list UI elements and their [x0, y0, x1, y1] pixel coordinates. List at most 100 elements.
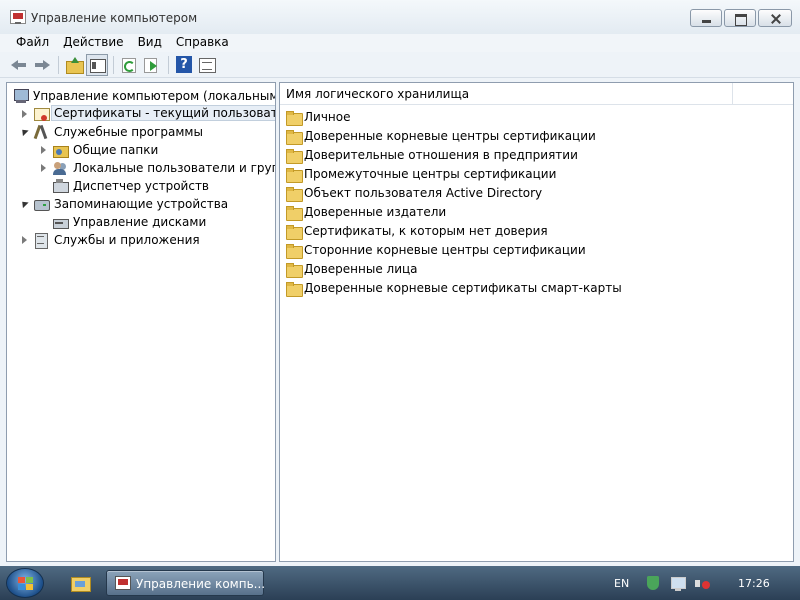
menu-file[interactable]: Файл — [10, 34, 55, 52]
toolbar-separator — [168, 55, 169, 74]
start-button[interactable] — [6, 568, 44, 598]
help-icon[interactable] — [173, 54, 195, 76]
export-list-icon[interactable] — [141, 54, 163, 76]
list-item-label: Доверительные отношения в предприятии — [304, 148, 578, 162]
tree-item-system-tools[interactable]: Служебные программы — [7, 123, 275, 141]
back-arrow-icon[interactable] — [8, 54, 30, 76]
taskbar-button-label: Управление компь... — [136, 577, 266, 591]
window-title: Управление компьютером — [31, 11, 198, 25]
list-item-label: Сторонние корневые центры сертификации — [304, 243, 586, 257]
tree-item-label: Службы и приложения — [54, 233, 200, 247]
expand-arrow-icon[interactable] — [38, 145, 48, 155]
tree-item-device-manager[interactable]: Диспетчер устройств — [7, 177, 275, 195]
list-item-label: Объект пользователя Active Directory — [304, 186, 543, 200]
network-icon[interactable] — [670, 576, 686, 592]
close-button[interactable] — [758, 9, 792, 27]
list-header: Имя логического хранилища — [280, 83, 793, 105]
list-item-label: Доверенные корневые центры сертификации — [304, 129, 596, 143]
list-item-label: Доверенные издатели — [304, 205, 447, 219]
list-item[interactable]: Доверенные корневые сертификаты смарт-ка… — [280, 279, 793, 298]
folder-icon — [286, 225, 303, 240]
collapse-arrow-icon[interactable] — [19, 127, 29, 137]
taskbar: Управление компь... EN 17:26 — [0, 566, 800, 600]
computer-management-icon — [13, 88, 29, 104]
title-bar[interactable]: Управление компьютером — [0, 0, 800, 34]
security-shield-icon[interactable] — [645, 576, 661, 592]
computer-management-icon — [10, 10, 26, 24]
tree-item-certificates[interactable]: Сертификаты - текущий пользователь — [7, 105, 275, 123]
tree-item-disk-management[interactable]: Управление дисками — [7, 213, 275, 231]
list-item[interactable]: Сторонние корневые центры сертификации — [280, 241, 793, 260]
list-item[interactable]: Сертификаты, к которым нет доверия — [280, 222, 793, 241]
toolbar — [0, 52, 800, 78]
tree-item-label: Общие папки — [73, 143, 159, 157]
collapse-arrow-icon[interactable] — [19, 199, 29, 209]
menu-action[interactable]: Действие — [57, 34, 129, 52]
volume-muted-icon[interactable] — [694, 576, 710, 592]
tree-item-services-apps[interactable]: Службы и приложения — [7, 231, 275, 249]
folder-icon — [286, 187, 303, 202]
tree-item-label: Управление дисками — [73, 215, 207, 229]
details-pane: Имя логического хранилища Личное Доверен… — [279, 82, 794, 562]
forward-arrow-icon[interactable] — [31, 54, 53, 76]
tree-item-label: Диспетчер устройств — [73, 179, 210, 193]
folder-icon — [286, 206, 303, 221]
app-window: Управление компьютером Файл Действие Вид… — [0, 0, 800, 566]
taskbar-button-computer-management[interactable]: Управление компь... — [106, 570, 266, 596]
column-header-store-name[interactable]: Имя логического хранилища — [280, 83, 733, 105]
list-item-label: Личное — [304, 110, 351, 124]
folder-icon — [286, 111, 303, 126]
tree-item-label: Локальные пользователи и группы — [73, 161, 276, 175]
properties-icon[interactable] — [196, 54, 218, 76]
services-icon — [33, 232, 49, 249]
window-controls — [690, 9, 792, 27]
tree-item-shared-folders[interactable]: Общие папки — [7, 141, 275, 159]
tree-item-label: Запоминающие устройства — [54, 197, 229, 211]
folder-icon — [286, 263, 303, 278]
folder-icon — [286, 244, 303, 259]
expand-arrow-icon[interactable] — [19, 109, 29, 119]
maximize-button[interactable] — [724, 9, 756, 27]
menu-help[interactable]: Справка — [170, 34, 235, 52]
list-item-label: Доверенные корневые сертификаты смарт-ка… — [304, 281, 622, 295]
up-folder-icon[interactable] — [63, 54, 85, 76]
list-item-label: Сертификаты, к которым нет доверия — [304, 224, 548, 238]
expand-arrow-icon[interactable] — [19, 235, 29, 245]
list-item[interactable]: Личное — [280, 108, 793, 127]
list-item[interactable]: Промежуточные центры сертификации — [280, 165, 793, 184]
show-hide-tree-icon[interactable] — [86, 53, 108, 76]
menu-view[interactable]: Вид — [132, 34, 168, 52]
tree-item-label: Служебные программы — [54, 125, 203, 139]
list-item[interactable]: Доверенные издатели — [280, 203, 793, 222]
storage-icon — [33, 196, 50, 212]
tree-item-computer-management[interactable]: Управление компьютером (локальным) — [7, 87, 275, 105]
refresh-icon[interactable] — [118, 54, 140, 76]
list-item[interactable]: Объект пользователя Active Directory — [280, 184, 793, 203]
toolbar-separator — [58, 55, 59, 74]
device-manager-icon — [52, 178, 69, 194]
language-indicator[interactable]: EN — [614, 577, 629, 590]
console-panes: Управление компьютером (локальным) Серти… — [6, 82, 794, 562]
users-icon — [52, 160, 68, 176]
shared-folder-icon — [52, 142, 69, 158]
clock[interactable]: 17:26 — [738, 577, 770, 590]
list-item-label: Доверенные лица — [304, 262, 418, 276]
tools-icon — [33, 124, 49, 140]
minimize-button[interactable] — [690, 9, 722, 27]
list-item[interactable]: Доверенные лица — [280, 260, 793, 279]
tree-item-label: Управление компьютером (локальным) — [33, 89, 276, 103]
tree-item-local-users[interactable]: Локальные пользователи и группы — [7, 159, 275, 177]
tree-item-label: Сертификаты - текущий пользователь — [51, 105, 275, 121]
toolbar-separator — [113, 55, 114, 74]
certificate-icon — [33, 106, 50, 122]
list-item[interactable]: Доверенные корневые центры сертификации — [280, 127, 793, 146]
expand-arrow-icon[interactable] — [38, 163, 48, 173]
console-tree: Управление компьютером (локальным) Серти… — [6, 82, 276, 562]
menu-bar: Файл Действие Вид Справка — [0, 34, 800, 52]
list-item[interactable]: Доверительные отношения в предприятии — [280, 146, 793, 165]
disk-icon — [52, 214, 69, 230]
tree-item-storage[interactable]: Запоминающие устройства — [7, 195, 275, 213]
windows-explorer-icon[interactable] — [70, 573, 91, 592]
folder-icon — [286, 282, 303, 297]
folder-icon — [286, 130, 303, 145]
